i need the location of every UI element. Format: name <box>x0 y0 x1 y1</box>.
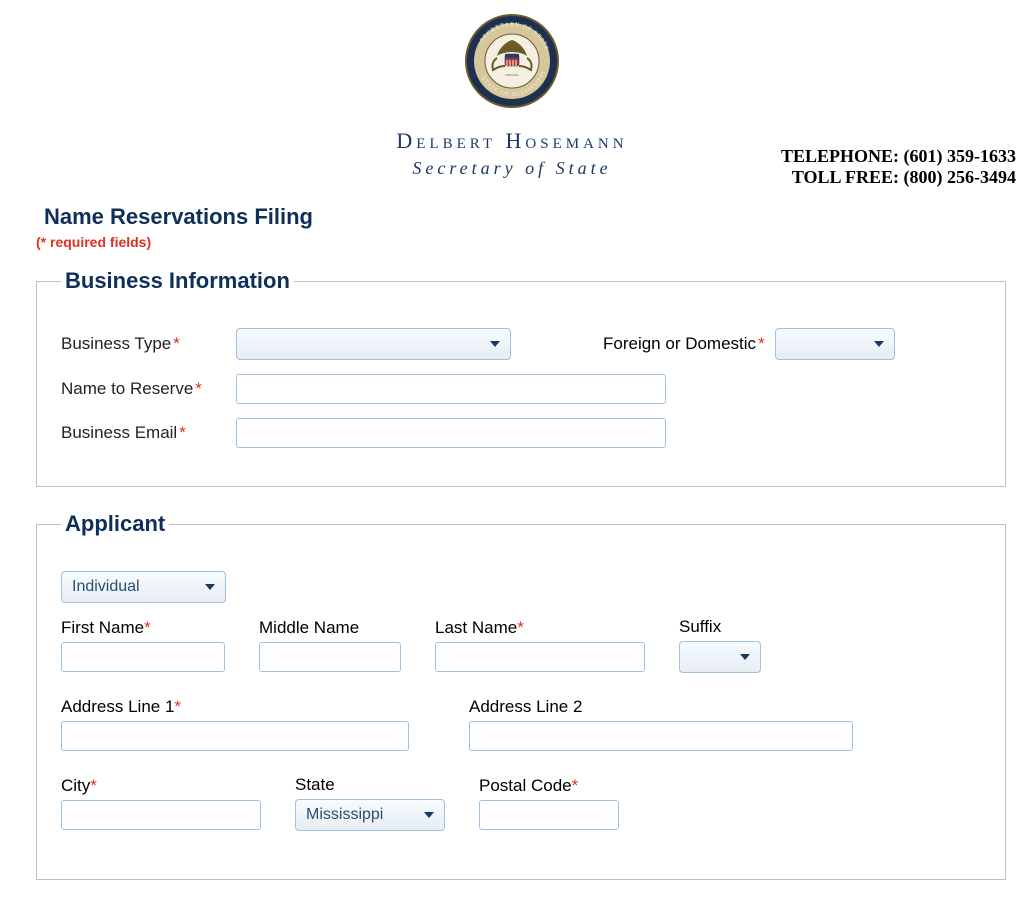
business-email-input[interactable] <box>236 418 666 448</box>
required-marker: * <box>572 776 579 795</box>
last-name-block: Last Name* <box>435 618 645 672</box>
name-to-reserve-label: Name to Reserve* <box>61 379 236 399</box>
name-to-reserve-row: Name to Reserve* <box>61 374 981 404</box>
required-marker: * <box>90 776 97 795</box>
telephone-line: TELEPHONE: (601) 359-1633 <box>781 146 1016 167</box>
state-block: State Mississippi <box>295 775 445 831</box>
city-label-text: City <box>61 776 90 795</box>
business-email-row: Business Email* <box>61 418 981 448</box>
required-marker: * <box>173 334 180 353</box>
foreign-domestic-select[interactable] <box>775 328 895 360</box>
telephone-label: TELEPHONE: <box>781 146 899 166</box>
telephone-number: (601) 359-1633 <box>904 146 1016 166</box>
last-name-input[interactable] <box>435 642 645 672</box>
required-marker: * <box>174 697 181 716</box>
form-title: Name Reservations Filing <box>44 204 1024 230</box>
last-name-label-text: Last Name <box>435 618 517 637</box>
city-state-zip-row: City* State Mississippi Postal Code* <box>61 775 981 841</box>
postal-label-text: Postal Code <box>479 776 572 795</box>
foreign-domestic-group: Foreign or Domestic* <box>603 328 895 360</box>
state-label: State <box>295 775 445 795</box>
entity-type-row: Individual <box>61 571 981 603</box>
middle-name-block: Middle Name <box>259 618 401 672</box>
required-marker: * <box>195 379 202 398</box>
header: SECRETARY OF STATE STATE OF MISSISSIPPI … <box>0 0 1024 200</box>
foreign-domestic-label: Foreign or Domestic* <box>603 334 765 354</box>
chevron-down-icon <box>490 341 500 347</box>
suffix-label: Suffix <box>679 617 761 637</box>
applicant-fieldset: Applicant Individual First Name* Middle … <box>36 511 1006 880</box>
address1-input[interactable] <box>61 721 409 751</box>
chevron-down-icon <box>740 654 750 660</box>
applicant-legend: Applicant <box>61 511 169 537</box>
foreign-domestic-label-text: Foreign or Domestic <box>603 334 756 353</box>
required-marker: * <box>179 423 186 442</box>
required-note: (* required fields) <box>36 234 1024 250</box>
required-marker: * <box>758 334 765 353</box>
address2-label: Address Line 2 <box>469 697 853 717</box>
last-name-label: Last Name* <box>435 618 645 638</box>
chevron-down-icon <box>424 812 434 818</box>
svg-text:OFFICIAL: OFFICIAL <box>505 73 519 77</box>
suffix-select[interactable] <box>679 641 761 673</box>
name-to-reserve-input[interactable] <box>236 374 666 404</box>
suffix-block: Suffix <box>679 617 761 673</box>
business-email-label: Business Email* <box>61 423 236 443</box>
required-marker: * <box>144 618 151 637</box>
name-row: First Name* Middle Name Last Name* Suffi… <box>61 617 981 683</box>
chevron-down-icon <box>205 584 215 590</box>
chevron-down-icon <box>874 341 884 347</box>
state-value: Mississippi <box>306 806 383 824</box>
city-block: City* <box>61 776 261 830</box>
postal-label: Postal Code* <box>479 776 619 796</box>
business-information-legend: Business Information <box>61 268 294 294</box>
address2-input[interactable] <box>469 721 853 751</box>
business-information-fieldset: Business Information Business Type* Fore… <box>36 268 1006 487</box>
tollfree-number: (800) 256-3494 <box>904 167 1016 187</box>
postal-input[interactable] <box>479 800 619 830</box>
contact-block: TELEPHONE: (601) 359-1633 TOLL FREE: (80… <box>781 146 1016 188</box>
state-seal-icon: SECRETARY OF STATE STATE OF MISSISSIPPI … <box>465 14 559 108</box>
name-to-reserve-label-text: Name to Reserve <box>61 379 193 398</box>
business-type-row: Business Type* Foreign or Domestic* <box>61 328 981 360</box>
postal-block: Postal Code* <box>479 776 619 830</box>
first-name-input[interactable] <box>61 642 225 672</box>
address1-label-text: Address Line 1 <box>61 697 174 716</box>
business-type-label-text: Business Type <box>61 334 171 353</box>
tollfree-line: TOLL FREE: (800) 256-3494 <box>781 167 1016 188</box>
tollfree-label: TOLL FREE: <box>792 167 899 187</box>
first-name-label: First Name* <box>61 618 225 638</box>
middle-name-input[interactable] <box>259 642 401 672</box>
first-name-block: First Name* <box>61 618 225 672</box>
address2-block: Address Line 2 <box>469 697 853 751</box>
middle-name-label: Middle Name <box>259 618 401 638</box>
business-type-select[interactable] <box>236 328 511 360</box>
city-input[interactable] <box>61 800 261 830</box>
business-type-label: Business Type* <box>61 334 236 354</box>
first-name-label-text: First Name <box>61 618 144 637</box>
state-select[interactable]: Mississippi <box>295 799 445 831</box>
address1-block: Address Line 1* <box>61 697 409 751</box>
city-label: City* <box>61 776 261 796</box>
business-email-label-text: Business Email <box>61 423 177 442</box>
entity-type-select[interactable]: Individual <box>61 571 226 603</box>
required-marker: * <box>517 618 524 637</box>
address-row: Address Line 1* Address Line 2 <box>61 697 981 761</box>
entity-type-value: Individual <box>72 578 140 596</box>
page: SECRETARY OF STATE STATE OF MISSISSIPPI … <box>0 0 1024 880</box>
address1-label: Address Line 1* <box>61 697 409 717</box>
